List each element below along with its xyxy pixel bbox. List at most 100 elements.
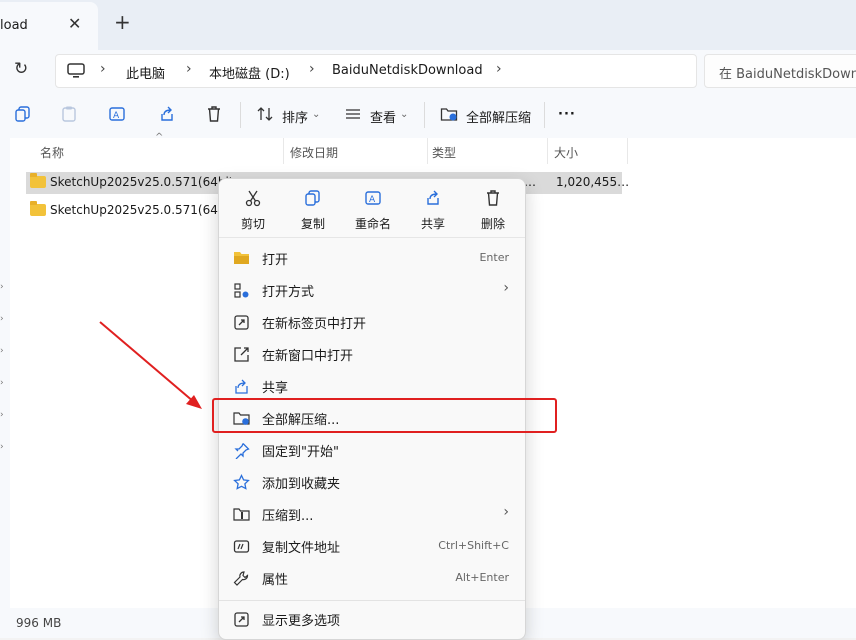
expand-arrow-icon[interactable]: › (0, 282, 4, 292)
toolbar-divider (424, 102, 425, 128)
menu-item-add-to-favorites[interactable]: 添加到收藏夹 (223, 466, 521, 498)
menu-item-copy-path[interactable]: 复制文件地址 Ctrl+Shift+C (223, 530, 521, 562)
folder-open-icon (234, 252, 249, 264)
share-icon (427, 190, 439, 205)
expand-arrow-icon[interactable]: › (0, 346, 4, 356)
column-divider[interactable] (627, 138, 628, 164)
sort-icon[interactable] (256, 105, 274, 123)
expand-arrow-icon[interactable]: › (0, 314, 4, 324)
expand-arrow-icon[interactable]: › (0, 378, 4, 388)
shortcut-hint: Alt+Enter (455, 571, 509, 584)
menu-item-show-more-options[interactable]: 显示更多选项 (223, 603, 521, 635)
menu-item-properties[interactable]: 属性 Alt+Enter (223, 562, 521, 594)
wrench-icon (233, 571, 249, 586)
extract-all-icon[interactable] (440, 105, 458, 123)
breadcrumb-local-disk[interactable]: 本地磁盘 (D:) (209, 63, 290, 82)
quick-actions: 剪切 复制 A 重命名 共享 删除 (219, 179, 525, 238)
refresh-icon[interactable]: ↻ (14, 59, 28, 79)
toolbar-divider (240, 102, 241, 128)
column-divider[interactable] (283, 138, 284, 164)
cut-label: 剪切 (240, 217, 265, 231)
delete-icon (487, 190, 499, 206)
toolbar-divider (544, 102, 545, 128)
column-divider[interactable] (547, 138, 548, 164)
rename-button[interactable]: A 重命名 (345, 185, 401, 233)
file-size: 1,020,455… (556, 175, 630, 189)
search-input[interactable]: 在 BaiduNetdiskDownl (704, 54, 856, 88)
column-header-modified[interactable]: 修改日期 (290, 144, 338, 161)
expand-arrow-icon[interactable]: › (0, 442, 4, 452)
expand-arrow-icon[interactable]: › (0, 410, 4, 420)
more-options-icon (234, 612, 249, 627)
copy-icon (305, 190, 320, 206)
open-with-icon (234, 283, 249, 298)
file-name: SketchUp2025v25.0.571(64bit (50, 203, 234, 217)
navigation-pane: › › › › › › (0, 138, 10, 608)
breadcrumb-separator[interactable]: › (186, 61, 192, 77)
menu-item-open-with[interactable]: 打开方式 › (223, 274, 521, 306)
share-icon (235, 379, 248, 394)
shortcut-hint: Enter (479, 251, 509, 264)
breadcrumb-separator[interactable]: › (309, 61, 315, 77)
share-icon[interactable] (158, 105, 176, 123)
chevron-right-icon: › (503, 280, 509, 296)
new-tab-icon (234, 315, 249, 330)
rename-icon[interactable]: A (108, 105, 126, 123)
status-size: 996 MB (16, 616, 62, 630)
compress-icon (233, 508, 250, 521)
breadcrumb-this-pc[interactable]: 此电脑 (126, 63, 165, 82)
column-header-name[interactable]: 名称 (40, 144, 64, 161)
paste-icon[interactable] (60, 105, 78, 123)
copy-path-icon (233, 540, 250, 553)
tab-baidunetdiskdownload[interactable]: load ✕ (0, 2, 98, 50)
svg-text:A: A (113, 111, 120, 121)
star-icon (233, 474, 250, 490)
tab-bar: load ✕ + (0, 0, 856, 50)
breadcrumb[interactable]: › 此电脑 › 本地磁盘 (D:) › BaiduNetdiskDownload… (55, 54, 697, 88)
pin-icon (234, 443, 250, 459)
column-header-type[interactable]: 类型 (432, 144, 456, 161)
breadcrumb-separator[interactable]: › (496, 61, 502, 77)
view-icon[interactable] (344, 105, 362, 123)
chevron-right-icon: › (503, 504, 509, 520)
address-bar: ↻ › 此电脑 › 本地磁盘 (D:) › BaiduNetdiskDownlo… (0, 50, 856, 92)
rename-label: 重命名 (354, 217, 391, 231)
search-placeholder: 在 BaiduNetdiskDownl (719, 67, 856, 82)
menu-item-open[interactable]: 打开 Enter (223, 242, 521, 274)
more-options-icon[interactable]: ··· (558, 107, 576, 122)
cut-button[interactable]: 剪切 (225, 185, 281, 233)
sort-button[interactable]: 排序 (282, 107, 308, 126)
share-button[interactable]: 共享 (405, 185, 461, 233)
shortcut-hint: Ctrl+Shift+C (438, 539, 509, 552)
folder-icon (30, 201, 46, 216)
chevron-down-icon[interactable]: ⌄ (312, 109, 320, 120)
file-name: SketchUp2025v25.0.571(64bit (50, 175, 234, 189)
menu-item-compress-to[interactable]: 压缩到... › (223, 498, 521, 530)
extract-all-button[interactable]: 全部解压缩 (466, 107, 531, 126)
new-tab-icon[interactable]: + (114, 12, 131, 32)
menu-item-open-new-window[interactable]: 在新窗口中打开 (223, 338, 521, 370)
copy-icon[interactable] (14, 105, 32, 123)
menu-item-open-new-tab[interactable]: 在新标签页中打开 (223, 306, 521, 338)
delete-icon[interactable] (205, 105, 223, 123)
breadcrumb-baidunetdiskdownload[interactable]: BaiduNetdiskDownload (332, 63, 483, 78)
copy-label: 复制 (300, 217, 325, 231)
zip-folder-icon (30, 173, 46, 188)
annotation-highlight-box (212, 398, 557, 433)
column-divider[interactable] (427, 138, 428, 164)
delete-button[interactable]: 删除 (465, 185, 521, 233)
copy-button[interactable]: 复制 (285, 185, 341, 233)
breadcrumb-separator[interactable]: › (100, 61, 106, 77)
cut-icon (245, 190, 261, 207)
command-bar: A 排序 ⌄ 查看 ⌄ 全部解压缩 ··· (0, 92, 856, 139)
menu-divider (219, 600, 525, 601)
close-icon[interactable]: ✕ (68, 14, 81, 33)
tab-title: load (0, 18, 28, 33)
column-header-size[interactable]: 大小 (554, 144, 578, 161)
delete-label: 删除 (480, 217, 505, 231)
rename-icon: A (365, 191, 381, 205)
computer-icon (67, 63, 85, 78)
menu-item-pin-to-start[interactable]: 固定到"开始" (223, 434, 521, 466)
view-button[interactable]: 查看 (370, 107, 396, 126)
chevron-down-icon[interactable]: ⌄ (400, 109, 408, 120)
